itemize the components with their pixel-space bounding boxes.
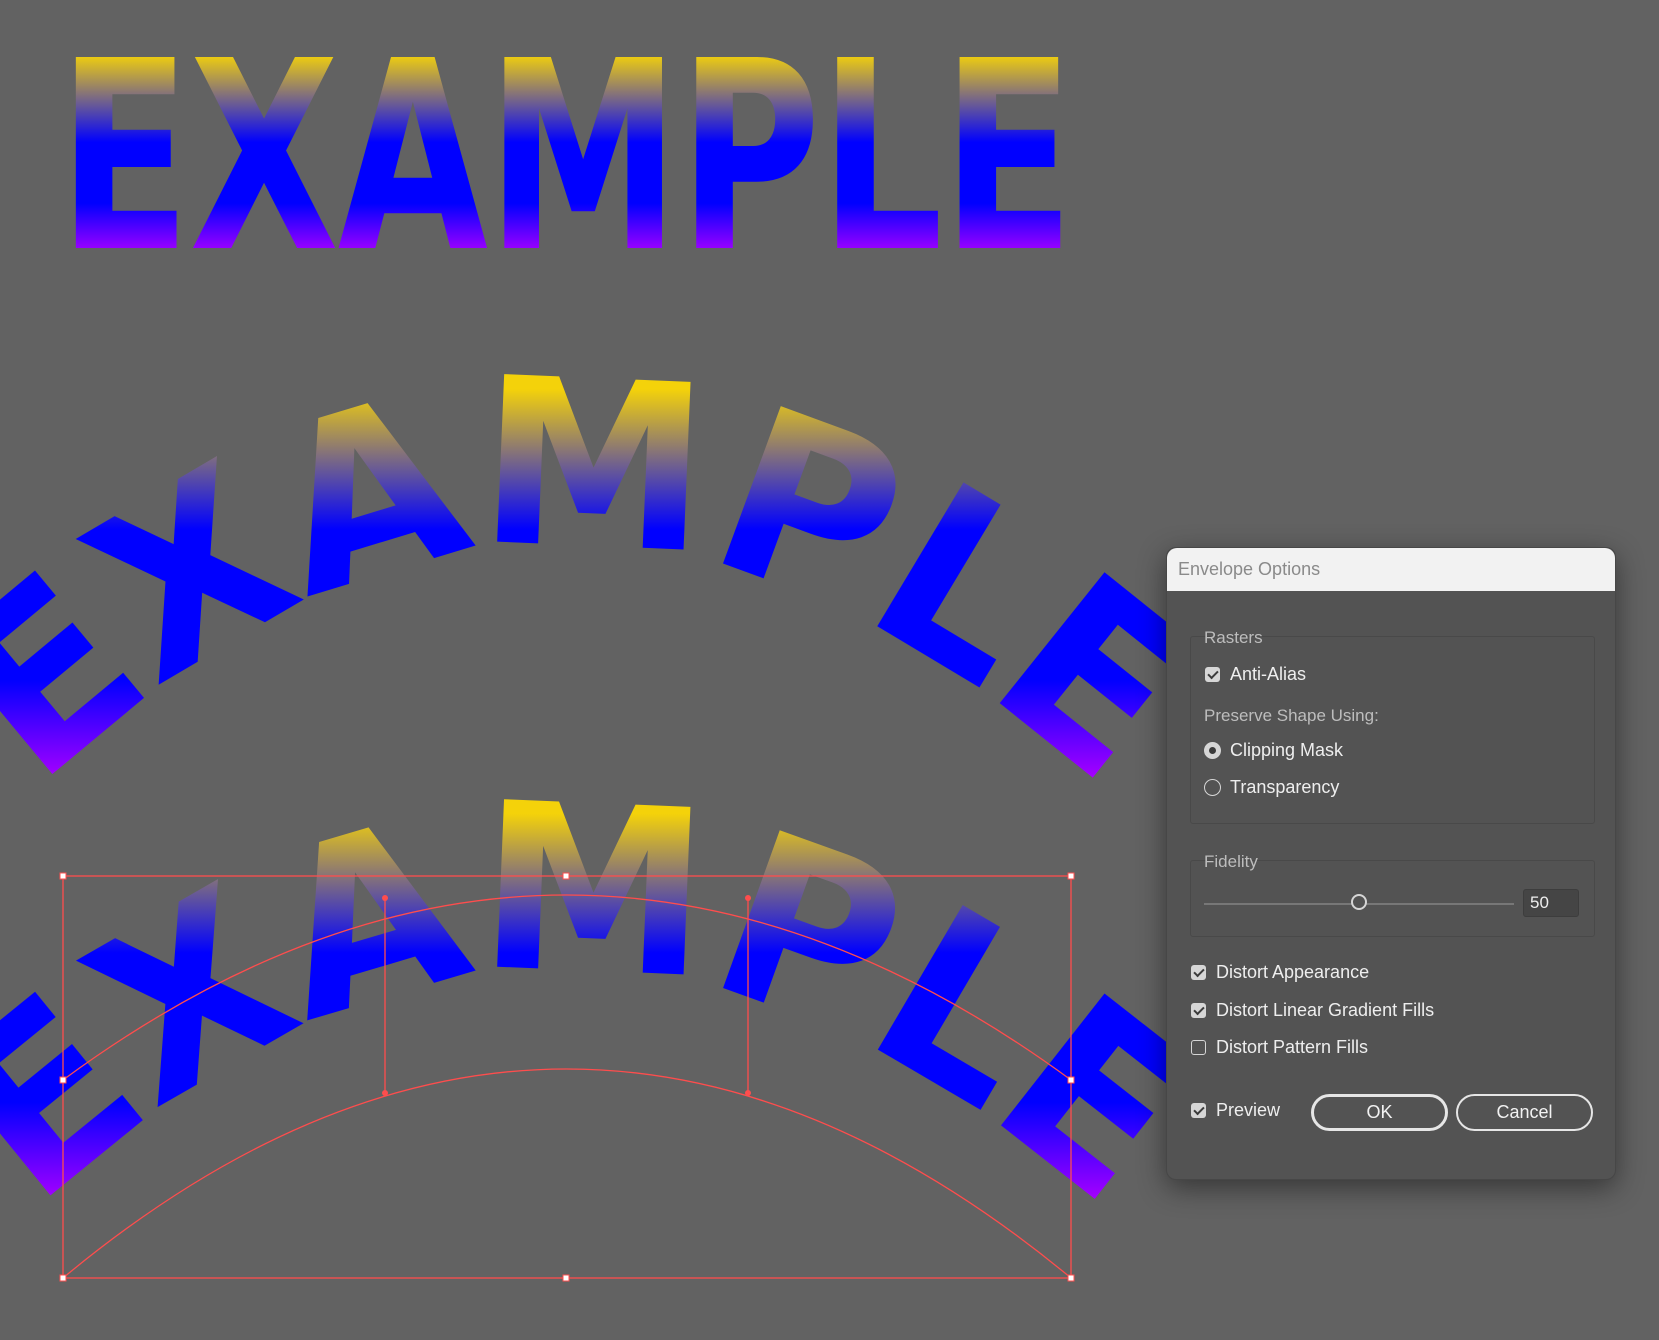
dialog-title: Envelope Options xyxy=(1178,559,1321,579)
cancel-button[interactable]: Cancel xyxy=(1456,1094,1593,1131)
fidelity-slider-thumb[interactable] xyxy=(1351,894,1367,910)
handle-top-center[interactable] xyxy=(562,872,570,880)
handle-bottom-center[interactable] xyxy=(562,1274,570,1282)
example-text-envelope[interactable]: EXAMPLE xyxy=(0,754,1239,1282)
example-text-arc-path: EXAMPLE xyxy=(0,329,1239,830)
ok-button[interactable]: OK xyxy=(1311,1094,1448,1131)
distort-pattern-checkbox[interactable] xyxy=(1191,1040,1206,1055)
preserve-shape-label: Preserve Shape Using: xyxy=(1204,706,1379,725)
transparency-label: Transparency xyxy=(1230,777,1340,797)
distort-pattern-row[interactable]: Distort Pattern Fills xyxy=(1191,1037,1368,1058)
fidelity-label: Fidelity xyxy=(1204,852,1258,871)
distort-appearance-row[interactable]: Distort Appearance xyxy=(1191,962,1369,983)
distort-linear-gradient-checkbox[interactable] xyxy=(1191,1003,1206,1018)
distort-appearance-checkbox[interactable] xyxy=(1191,965,1206,980)
handle-bottom-left[interactable] xyxy=(59,1274,67,1282)
preview-label: Preview xyxy=(1216,1100,1281,1120)
clipping-mask-row[interactable]: Clipping Mask xyxy=(1204,740,1343,761)
clipping-mask-radio[interactable] xyxy=(1204,742,1221,759)
svg-text:EXAMPLE: EXAMPLE xyxy=(0,329,1237,830)
handle-middle-left[interactable] xyxy=(59,1076,67,1084)
distort-pattern-label: Distort Pattern Fills xyxy=(1216,1037,1369,1057)
example-text-envelope-path: EXAMPLE xyxy=(0,754,1239,1251)
envelope-options-dialog: Envelope Options Rasters Anti-Alias Pres… xyxy=(1166,547,1616,1180)
dialog-titlebar[interactable]: Envelope Options xyxy=(1167,548,1615,591)
handle-top-left[interactable] xyxy=(59,872,67,880)
mesh-anchor[interactable] xyxy=(745,895,751,901)
mesh-anchor[interactable] xyxy=(382,1090,388,1096)
distort-linear-gradient-row[interactable]: Distort Linear Gradient Fills xyxy=(1191,1000,1434,1021)
anti-alias-checkbox[interactable] xyxy=(1205,667,1220,682)
svg-text:EXAMPLE: EXAMPLE xyxy=(0,754,1237,1251)
mesh-anchor[interactable] xyxy=(382,895,388,901)
fidelity-value-input[interactable] xyxy=(1523,889,1579,917)
rasters-label: Rasters xyxy=(1204,628,1263,647)
handle-top-right[interactable] xyxy=(1067,872,1075,880)
transparency-radio[interactable] xyxy=(1204,779,1221,796)
preview-row[interactable]: Preview xyxy=(1191,1100,1280,1121)
distort-linear-gradient-label: Distort Linear Gradient Fills xyxy=(1216,1000,1435,1020)
anti-alias-label: Anti-Alias xyxy=(1230,664,1307,684)
example-text-arc[interactable]: EXAMPLE xyxy=(0,329,1239,830)
clipping-mask-label: Clipping Mask xyxy=(1230,740,1344,760)
handle-bottom-right[interactable] xyxy=(1067,1274,1075,1282)
example-text-straight[interactable]: EXAMPLE xyxy=(58,5,1075,310)
anti-alias-row[interactable]: Anti-Alias xyxy=(1205,664,1306,685)
transparency-row[interactable]: Transparency xyxy=(1204,777,1339,798)
mesh-anchor[interactable] xyxy=(745,1090,751,1096)
distort-appearance-label: Distort Appearance xyxy=(1216,962,1370,982)
handle-middle-right[interactable] xyxy=(1067,1076,1075,1084)
preview-checkbox[interactable] xyxy=(1191,1103,1206,1118)
